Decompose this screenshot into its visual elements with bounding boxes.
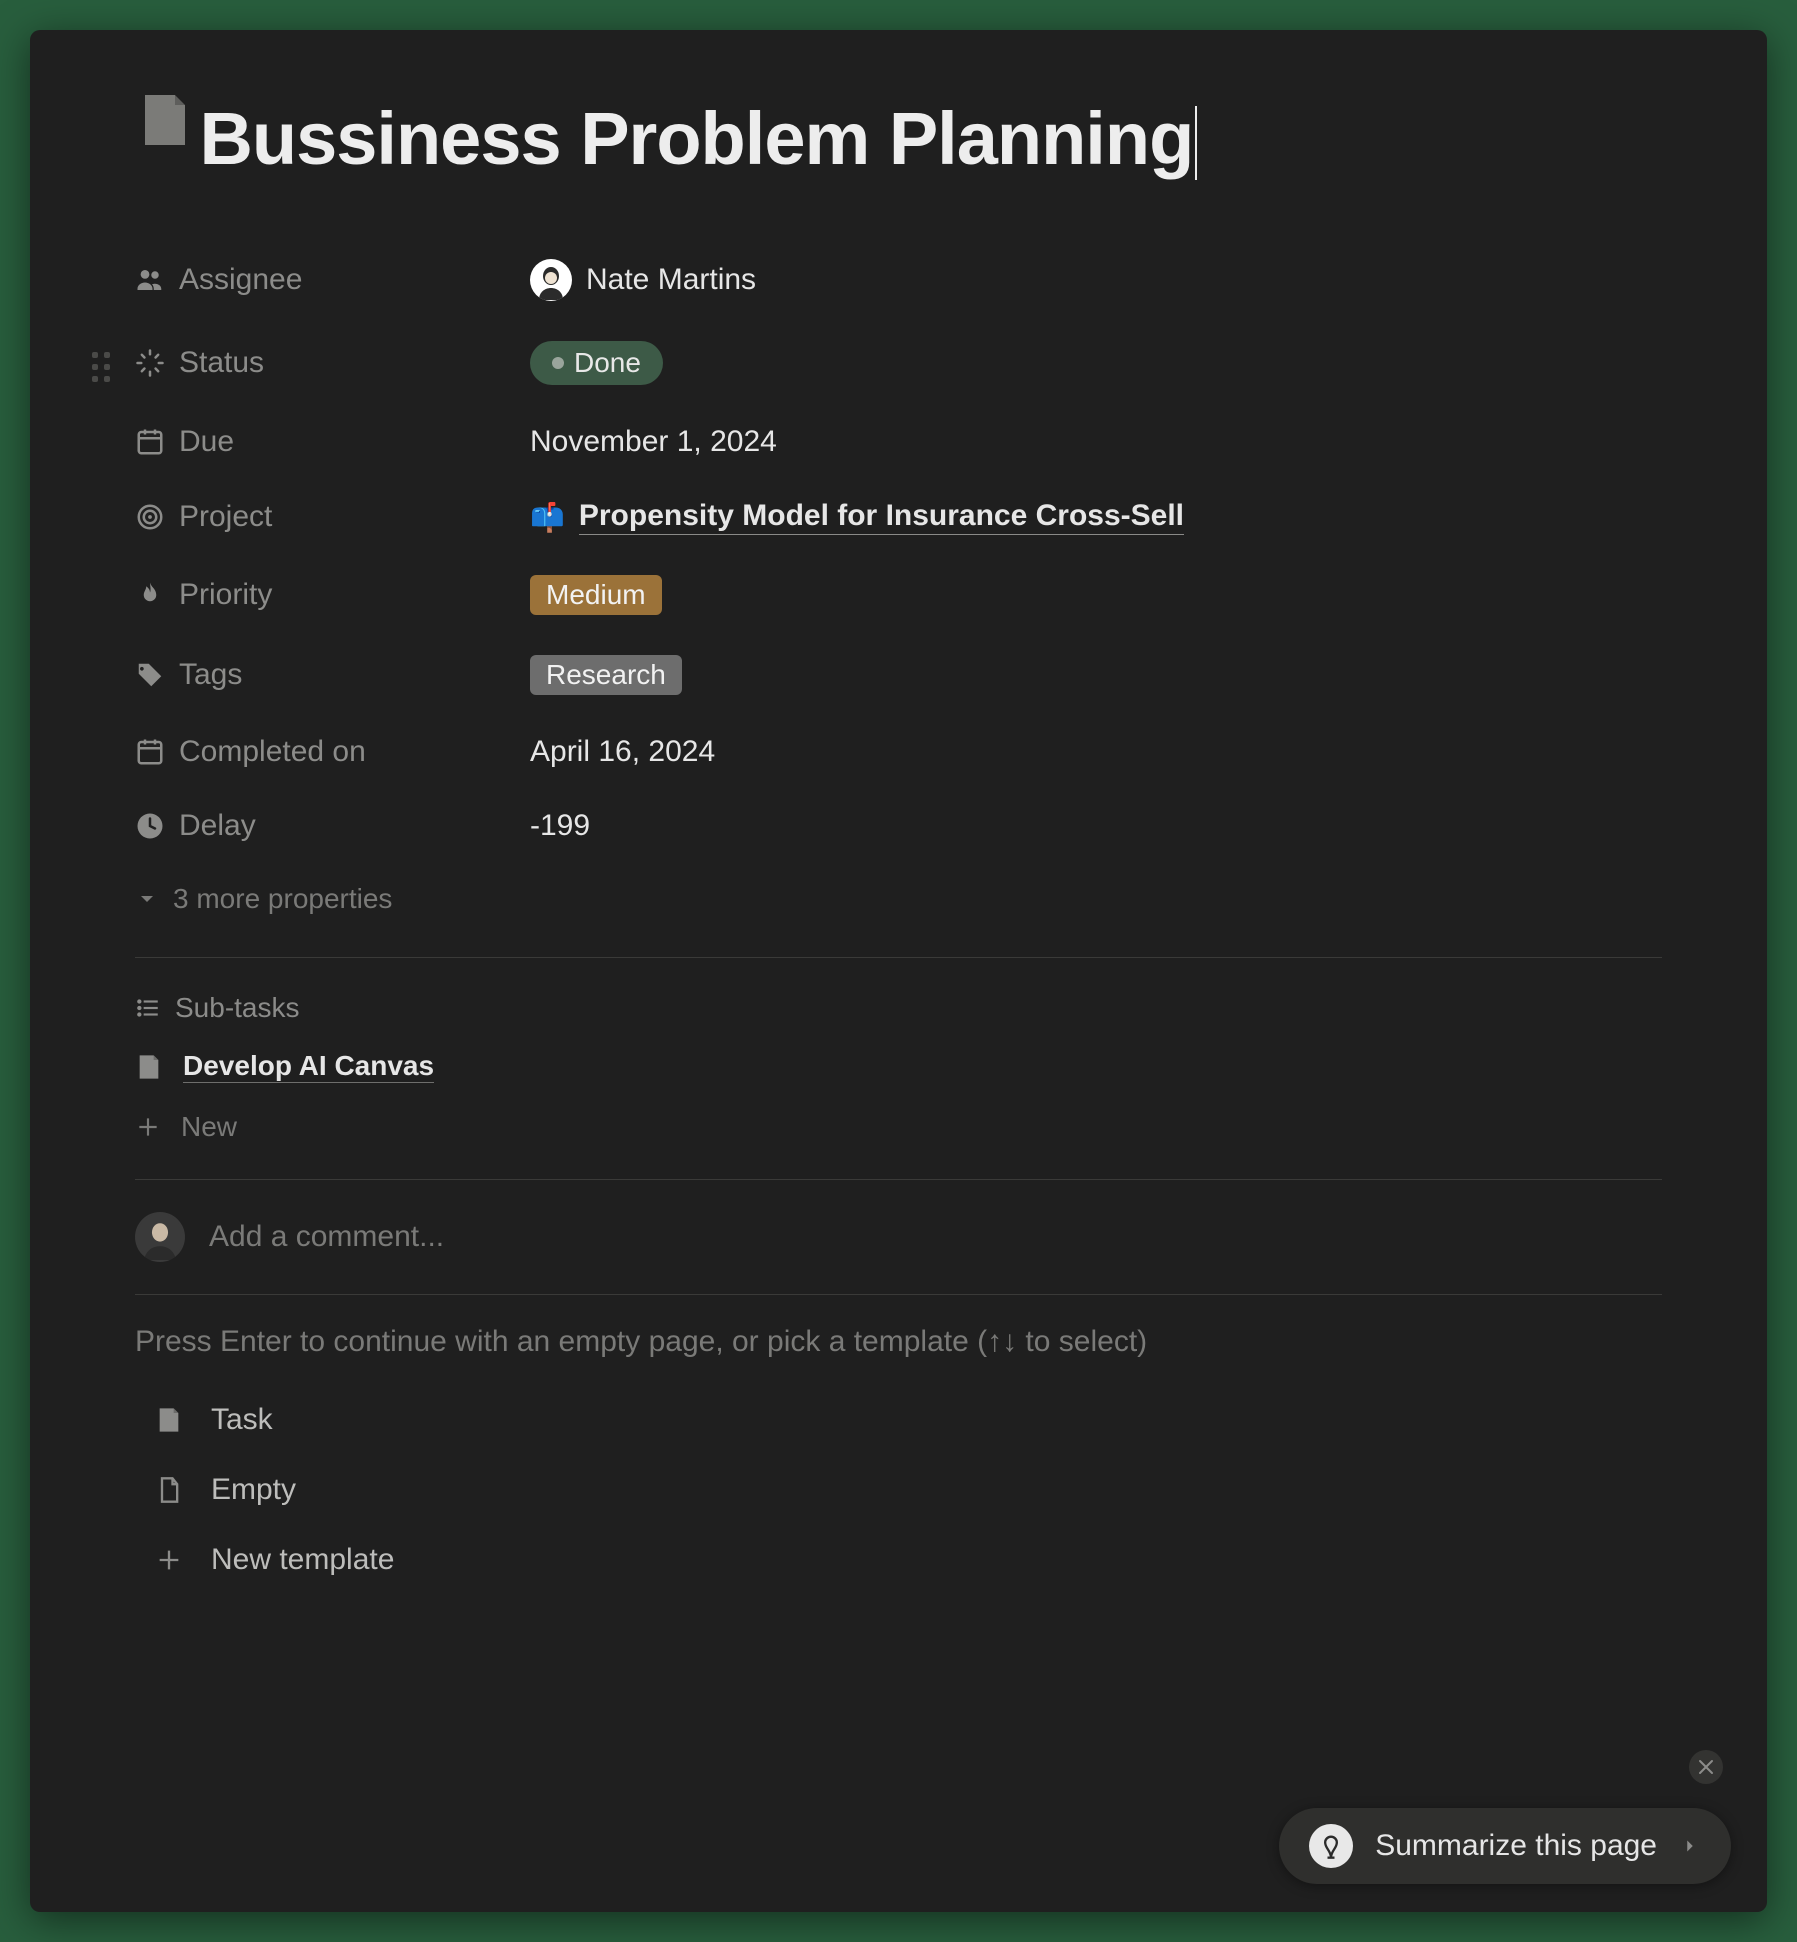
page-icon xyxy=(155,1406,183,1434)
people-icon xyxy=(135,265,165,295)
status-dot-icon xyxy=(552,357,564,369)
summarize-button[interactable]: Summarize this page xyxy=(1279,1808,1731,1884)
list-icon xyxy=(135,995,161,1021)
subtasks-header[interactable]: Sub-tasks xyxy=(135,980,1662,1036)
property-value[interactable]: 📫 Propensity Model for Insurance Cross-S… xyxy=(530,499,1184,535)
status-text: Done xyxy=(574,347,641,379)
template-empty[interactable]: Empty xyxy=(155,1455,1662,1525)
property-label-text: Assignee xyxy=(179,263,302,297)
subtask-item[interactable]: Develop AI Canvas xyxy=(135,1036,1662,1097)
comment-input[interactable] xyxy=(209,1220,1662,1254)
property-label-text: Project xyxy=(179,500,272,534)
template-label: Empty xyxy=(211,1473,296,1507)
template-task[interactable]: Task xyxy=(155,1385,1662,1455)
completed-date: April 16, 2024 xyxy=(530,735,715,769)
plus-icon xyxy=(135,1114,161,1140)
divider xyxy=(135,1179,1662,1180)
property-label: Due xyxy=(135,425,530,459)
ai-icon xyxy=(1309,1824,1353,1868)
summarize-label: Summarize this page xyxy=(1375,1829,1657,1863)
property-priority[interactable]: Priority Medium xyxy=(135,555,1662,635)
close-icon xyxy=(1698,1759,1714,1775)
user-avatar xyxy=(135,1212,185,1262)
template-label: Task xyxy=(211,1403,273,1437)
property-value[interactable]: April 16, 2024 xyxy=(530,735,715,769)
flame-icon xyxy=(135,580,165,610)
property-label-text: Tags xyxy=(179,658,242,692)
target-icon xyxy=(135,502,165,532)
property-label-text: Delay xyxy=(179,809,256,843)
priority-tag: Medium xyxy=(530,575,662,615)
property-value[interactable]: Nate Martins xyxy=(530,259,756,301)
property-value[interactable]: -199 xyxy=(530,809,590,843)
project-link[interactable]: Propensity Model for Insurance Cross-Sel… xyxy=(579,499,1184,535)
property-value[interactable]: November 1, 2024 xyxy=(530,425,777,459)
chevron-right-icon xyxy=(1679,1835,1701,1857)
property-label-text: Due xyxy=(179,425,234,459)
file-icon xyxy=(155,1476,183,1504)
property-label: Assignee xyxy=(135,263,530,297)
plus-icon xyxy=(155,1546,183,1574)
property-completed-on[interactable]: Completed on April 16, 2024 xyxy=(135,715,1662,789)
loader-icon xyxy=(135,348,165,378)
property-label: Tags xyxy=(135,658,530,692)
property-label: Delay xyxy=(135,809,530,843)
drag-handle-icon[interactable] xyxy=(92,352,112,384)
property-label: Status xyxy=(135,346,530,380)
divider xyxy=(135,1294,1662,1295)
delay-value: -199 xyxy=(530,809,590,843)
tag-icon xyxy=(135,660,165,690)
status-pill: Done xyxy=(530,341,663,385)
property-value[interactable]: Medium xyxy=(530,575,662,615)
assignee-avatar xyxy=(530,259,572,301)
close-button[interactable] xyxy=(1689,1750,1723,1784)
chevron-down-icon xyxy=(135,887,159,911)
property-label: Project xyxy=(135,500,530,534)
property-status[interactable]: Status Done xyxy=(135,321,1662,405)
template-new[interactable]: New template xyxy=(155,1525,1662,1595)
text-cursor xyxy=(1195,106,1197,180)
new-subtask-button[interactable]: New xyxy=(135,1097,1662,1157)
calendar-icon xyxy=(135,737,165,767)
property-delay[interactable]: Delay -199 xyxy=(135,789,1662,863)
property-value[interactable]: Done xyxy=(530,341,663,385)
property-assignee[interactable]: Assignee Nate Martins xyxy=(135,239,1662,321)
calendar-icon xyxy=(135,427,165,457)
mailbox-emoji-icon: 📫 xyxy=(530,501,565,534)
property-due[interactable]: Due November 1, 2024 xyxy=(135,405,1662,479)
page-title-text: Bussiness Problem Planning xyxy=(199,97,1193,180)
assignee-name: Nate Martins xyxy=(586,263,756,297)
page-title[interactable]: Bussiness Problem Planning xyxy=(199,96,1193,181)
clock-icon xyxy=(135,811,165,841)
property-label-text: Priority xyxy=(179,578,272,612)
template-hint: Press Enter to continue with an empty pa… xyxy=(135,1325,1662,1359)
template-label: New template xyxy=(211,1543,394,1577)
template-list: Task Empty New template xyxy=(135,1385,1662,1595)
property-label-text: Completed on xyxy=(179,735,366,769)
subtasks-header-label: Sub-tasks xyxy=(175,992,300,1024)
comment-composer[interactable] xyxy=(135,1202,1662,1272)
property-label: Priority xyxy=(135,578,530,612)
more-properties-label: 3 more properties xyxy=(173,883,392,915)
new-subtask-label: New xyxy=(181,1111,237,1143)
page-doc-icon xyxy=(135,90,195,150)
page-icon xyxy=(135,1053,163,1081)
properties-list: Assignee Nate Martins Status Done xyxy=(135,239,1662,935)
tag-chip: Research xyxy=(530,655,682,695)
due-date: November 1, 2024 xyxy=(530,425,777,459)
subtask-title[interactable]: Develop AI Canvas xyxy=(183,1050,434,1083)
page-window: Bussiness Problem Planning Assignee Nate… xyxy=(30,30,1767,1912)
property-value[interactable]: Research xyxy=(530,655,682,695)
more-properties-toggle[interactable]: 3 more properties xyxy=(135,863,1662,935)
property-project[interactable]: Project 📫 Propensity Model for Insurance… xyxy=(135,479,1662,555)
property-label-text: Status xyxy=(179,346,264,380)
property-label: Completed on xyxy=(135,735,530,769)
property-tags[interactable]: Tags Research xyxy=(135,635,1662,715)
divider xyxy=(135,957,1662,958)
